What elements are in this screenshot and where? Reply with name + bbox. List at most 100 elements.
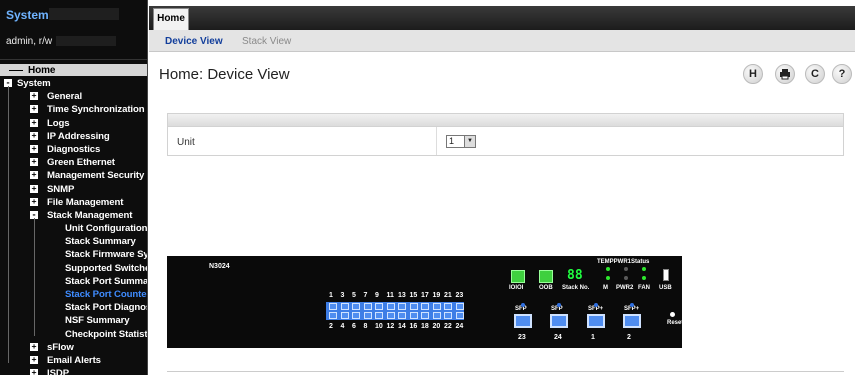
nav-item-sflow[interactable]: + sFlow	[0, 341, 147, 354]
ethernet-port[interactable]	[375, 312, 383, 319]
nav-item-snmp[interactable]: + SNMP	[0, 183, 147, 196]
expand-icon[interactable]: +	[30, 105, 38, 114]
save-button[interactable]: H	[743, 64, 763, 84]
nav-item-stack-firmware-syn[interactable]: Stack Firmware Syn	[0, 248, 147, 261]
ethernet-port[interactable]	[363, 303, 372, 310]
nav-item-label: sFlow	[47, 341, 74, 353]
nav-item-time-synchronization[interactable]: + Time Synchronization	[0, 103, 147, 116]
nav-item-system[interactable]: - System	[0, 77, 147, 90]
fan-label: FAN	[638, 285, 650, 291]
ethernet-port[interactable]	[409, 312, 418, 319]
ethernet-port[interactable]	[432, 303, 441, 310]
unit-select[interactable]: 1 ▼	[446, 135, 476, 148]
ethernet-port[interactable]	[432, 312, 441, 319]
nav-item-isdp[interactable]: + ISDP	[0, 367, 147, 375]
port-number-top: 19	[432, 292, 441, 299]
sfp-port[interactable]	[514, 314, 532, 328]
sfp-led	[630, 303, 634, 307]
ethernet-port[interactable]	[386, 312, 395, 319]
nav-tree: Home - System + General + Time Synchronization…	[0, 60, 147, 375]
nav-item-checkpoint-statistic[interactable]: Checkpoint Statistic	[0, 328, 147, 341]
nav-item-stack-port-counters[interactable]: Stack Port Counters	[0, 288, 147, 301]
ethernet-port[interactable]	[455, 312, 464, 319]
port-number-top: 13	[398, 292, 406, 299]
nav-item-supported-switches[interactable]: Supported Switches	[0, 262, 147, 275]
expand-icon[interactable]: +	[30, 118, 38, 127]
expand-icon[interactable]: +	[30, 342, 38, 351]
tab-stack-view[interactable]: Stack View	[242, 36, 291, 47]
pwr2-label: PWR2	[616, 285, 634, 291]
sfp-port[interactable]	[550, 314, 568, 328]
ethernet-port[interactable]	[421, 312, 429, 319]
expand-icon[interactable]: +	[30, 355, 38, 364]
nav-item-home[interactable]: Home	[0, 64, 147, 76]
reset-button[interactable]	[670, 312, 675, 317]
expand-icon[interactable]: +	[30, 131, 38, 140]
nav-item-management-security[interactable]: + Management Security	[0, 169, 147, 182]
nav-item-unit-configuration[interactable]: Unit Configuration	[0, 222, 147, 235]
ethernet-port[interactable]	[329, 312, 337, 319]
expand-icon[interactable]: +	[30, 144, 38, 153]
help-button[interactable]: ?	[832, 64, 852, 84]
nav-item-label: Stack Port Counters	[65, 289, 147, 300]
port-number-top: 17	[421, 292, 429, 299]
print-button[interactable]	[775, 64, 795, 84]
sfp-led	[594, 303, 598, 307]
unit-panel: Unit 1 ▼	[167, 113, 844, 156]
ethernet-port[interactable]	[421, 303, 429, 310]
nav-item-diagnostics[interactable]: + Diagnostics	[0, 143, 147, 156]
sfp-number: 24	[554, 334, 562, 341]
nav-item-green-ethernet[interactable]: + Green Ethernet	[0, 156, 147, 169]
tab-device-view[interactable]: Device View	[165, 36, 223, 47]
expand-icon[interactable]: +	[30, 369, 38, 375]
ethernet-port[interactable]	[444, 303, 452, 310]
nav-item-label: Email Alerts	[47, 354, 101, 366]
expand-icon[interactable]: +	[30, 184, 38, 193]
sidebar: System admin, r/w Home - System + General + Ti…	[0, 0, 148, 375]
ethernet-port[interactable]	[398, 312, 406, 319]
nav-item-ip-addressing[interactable]: + IP Addressing	[0, 130, 147, 143]
user-info: admin, r/w	[0, 30, 147, 60]
nav-item-general[interactable]: + General	[0, 90, 147, 103]
expand-icon[interactable]: +	[30, 171, 38, 180]
ethernet-port[interactable]	[329, 303, 337, 310]
tab-home[interactable]: Home	[153, 8, 189, 30]
nav-item-label: Management Security	[47, 170, 145, 182]
ethernet-port[interactable]	[352, 312, 360, 319]
nav-item-label: File Management	[47, 196, 124, 208]
ethernet-port[interactable]	[386, 303, 395, 310]
nav-item-stack-port-diagnost[interactable]: Stack Port Diagnost	[0, 301, 147, 314]
m-label: M	[603, 285, 608, 291]
ethernet-port[interactable]	[444, 312, 452, 319]
ethernet-port[interactable]	[375, 303, 383, 310]
ethernet-port[interactable]	[352, 303, 360, 310]
expand-icon[interactable]: +	[30, 92, 38, 101]
nav-item-logs[interactable]: + Logs	[0, 117, 147, 130]
expand-icon[interactable]: +	[30, 158, 38, 167]
ethernet-port[interactable]	[455, 303, 464, 310]
refresh-icon: C	[811, 68, 819, 80]
nav-item-file-management[interactable]: + File Management	[0, 196, 147, 209]
port-number-top: 1	[329, 292, 333, 299]
sfp-led	[557, 303, 561, 307]
expand-icon[interactable]: +	[30, 197, 38, 206]
ethernet-port[interactable]	[363, 312, 372, 319]
refresh-button[interactable]: C	[805, 64, 825, 84]
nav-item-nsf-summary[interactable]: NSF Summary	[0, 314, 147, 327]
divider	[167, 371, 844, 372]
sfp-port[interactable]	[623, 314, 641, 328]
ethernet-port[interactable]	[340, 312, 349, 319]
port-number-top: 9	[375, 292, 379, 299]
ethernet-port[interactable]	[340, 303, 349, 310]
nav-item-label: Stack Summary	[65, 236, 136, 248]
nav-item-stack-summary[interactable]: Stack Summary	[0, 235, 147, 248]
ethernet-port[interactable]	[409, 303, 418, 310]
ethernet-port[interactable]	[398, 303, 406, 310]
port-number-top: 23	[455, 292, 464, 299]
nav-item-stack-management[interactable]: - Stack Management	[0, 209, 147, 222]
nav-item-email-alerts[interactable]: + Email Alerts	[0, 354, 147, 367]
sfp-port[interactable]	[587, 314, 605, 328]
port-number-top: 15	[409, 292, 418, 299]
nav-item-stack-port-summar[interactable]: Stack Port Summar	[0, 275, 147, 288]
unit-label: Unit	[177, 137, 195, 148]
